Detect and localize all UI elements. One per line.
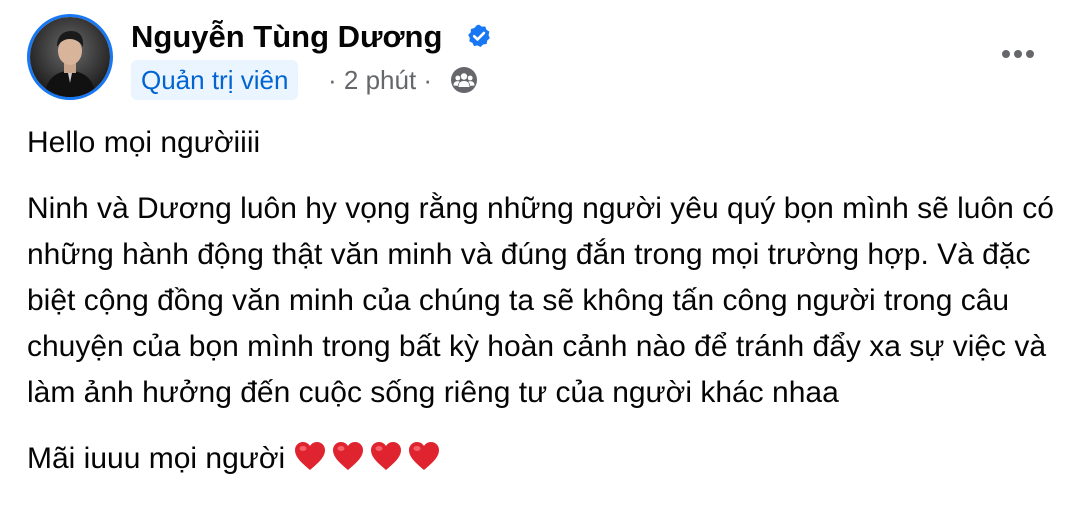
verified-badge-icon [468, 24, 490, 47]
heart-icon [409, 442, 440, 470]
role-badge[interactable]: Quản trị viên [131, 60, 299, 100]
author-name[interactable]: Nguyễn Tùng Dương [131, 18, 442, 56]
post-closing: Mãi iuuu mọi người [27, 442, 286, 475]
heart-icon [371, 442, 402, 470]
post-greeting: Hello mọi ngườiiii [27, 126, 261, 159]
post-header: Nguyễn Tùng Dương Quản trị viên · 2 phút… [0, 0, 1080, 110]
avatar-image [30, 17, 110, 97]
post-closing-line: Mãi iuuu mọi người [27, 436, 1067, 486]
post-timestamp[interactable]: · 2 phút · [328, 60, 432, 100]
more-options-icon[interactable] [993, 34, 1043, 74]
avatar[interactable] [27, 14, 113, 100]
heart-icon [333, 442, 364, 470]
heart-emoji-group [293, 440, 445, 486]
post-body: Hello mọi ngườiiii Ninh và Dương luôn hy… [27, 120, 1067, 506]
post-message: Ninh và Dương luôn hy vọng rằng những ng… [27, 192, 1054, 409]
heart-icon [295, 442, 326, 470]
friends-audience-icon[interactable] [450, 66, 478, 94]
